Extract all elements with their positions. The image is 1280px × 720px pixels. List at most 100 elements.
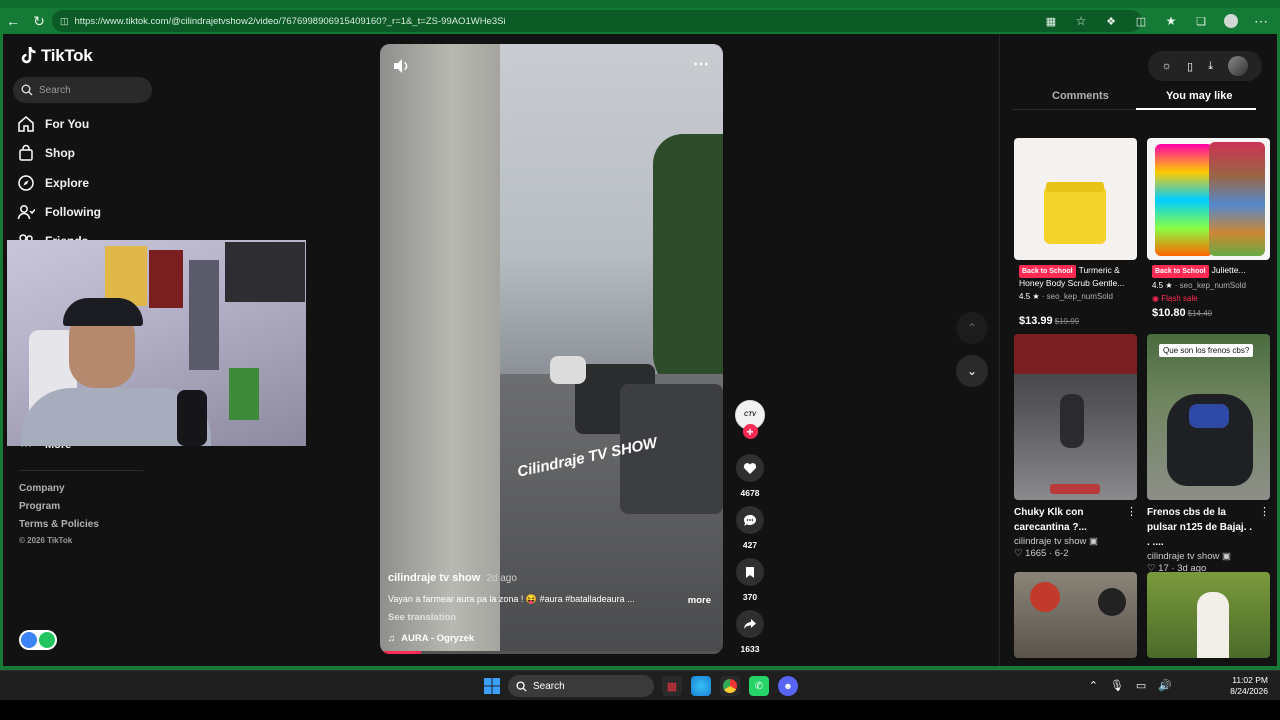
mobile-icon[interactable]: ▯ [1187,60,1193,73]
back-arrow-icon[interactable]: ← [0,9,26,33]
chevron-up-icon[interactable]: ⌃ [1089,679,1098,692]
video-thumbnail[interactable] [1014,334,1137,500]
video-more-button[interactable]: more [688,595,711,606]
person-standing [1197,592,1229,658]
sidebar-item-for-you[interactable]: For You [17,115,89,133]
taskbar-discord-icon[interactable]: ☻ [778,676,798,696]
video-card-author: cilindraje tv show ▣ [1147,551,1270,562]
save-count: 370 [742,592,758,602]
sidebar-item-shop[interactable]: Shop [17,144,75,162]
profile-avatar[interactable] [1218,9,1244,33]
heart-icon[interactable] [736,454,764,482]
like-count: 4678 [740,488,760,498]
favorites-icon[interactable]: ★ [1158,9,1184,33]
reload-icon[interactable]: ↻ [26,9,52,33]
like-button[interactable]: 4678 [734,454,766,498]
video-progress-bar[interactable] [380,651,723,654]
taskbar-app-widgets-icon[interactable]: ▦ [662,676,682,696]
camera-icon: ▣ [1088,536,1098,547]
tab-you-may-like[interactable]: You may like [1166,90,1232,102]
video-progress-fill [380,651,422,654]
previous-video-button[interactable]: ⌃ [956,312,988,344]
comment-button[interactable]: 427 [734,506,766,550]
user-avatar[interactable] [1228,56,1249,76]
flash-sale-text: Flash sale [1161,294,1198,303]
product-price-value: $10.80 [1152,307,1186,319]
video-thumbnail[interactable] [1014,572,1137,658]
address-bar[interactable]: ◫ https://www.tiktok.com/@cilindrajetvsh… [52,10,1142,32]
comment-icon[interactable] [736,506,764,534]
screen-bottom-bar [0,700,1280,720]
share-arrow-icon[interactable] [736,610,764,638]
video-card-options-icon[interactable]: ⋮ [1259,505,1270,550]
footer-link-program[interactable]: Program [19,501,60,512]
monitor-icon[interactable]: ▭ [1136,679,1146,692]
taskbar-search[interactable]: Search [508,675,654,697]
tiktok-logo[interactable]: TikTok [19,46,93,66]
extensions-icon[interactable]: ❖ [1098,9,1124,33]
download-icon[interactable]: ⤓ [1208,60,1213,73]
video-card-options-icon[interactable]: ⋮ [1126,505,1137,535]
browser-menu-icon[interactable]: ⋯ [1248,9,1274,33]
browser-tab-strip [0,0,1280,8]
windows-start-icon[interactable] [482,676,502,696]
recommended-video-card[interactable] [1014,572,1137,658]
video-card-author: cilindraje tv show ▣ [1014,536,1137,547]
footer-link-company[interactable]: Company [19,483,65,494]
recommended-video-card[interactable]: Chuky Klk con carecantina ?... ⋮ cilindr… [1014,334,1137,559]
volume-icon[interactable] [392,58,410,74]
sidebar-item-label: Shop [45,146,75,160]
product-price: $10.80 $14.40 [1147,307,1270,319]
bookmark-icon[interactable] [736,558,764,586]
tab-comments[interactable]: Comments [1052,90,1109,102]
microphone-icon[interactable]: 🎙 [1110,679,1124,692]
collections-icon[interactable]: ❏ [1188,9,1214,33]
split-screen-icon[interactable]: ◫ [1128,9,1154,33]
favorite-star-icon[interactable]: ☆ [1068,9,1094,33]
video-author[interactable]: cilindraje tv show 2d ago [388,572,517,584]
taskbar-chrome-icon[interactable] [720,676,740,696]
flash-sale-label: ◉ Flash sale [1147,294,1270,303]
video-player[interactable]: Cilindraje TV SHOW ⋯ cilindraje tv show 2… [380,44,723,654]
video-thumbnail[interactable]: Que son los frenos cbs? [1147,334,1270,500]
share-button[interactable]: 1633 [734,610,766,654]
recommended-video-card[interactable] [1147,572,1270,658]
product-rating-value: 4.5 [1152,281,1164,290]
video-car [550,356,586,384]
sidebar-item-explore[interactable]: Explore [17,174,89,192]
next-video-button[interactable]: ⌄ [956,355,988,387]
product-image[interactable] [1014,138,1137,260]
romper-colorful [1209,142,1265,256]
follow-plus-icon[interactable]: + [742,424,758,439]
taskbar-clock[interactable]: 11:02 PM 8/24/2026 [1230,675,1268,697]
video-thumbnail[interactable] [1147,572,1270,658]
see-translation-link[interactable]: See translation [388,612,456,623]
product-sold: seo_kep_numSold [1046,292,1113,301]
search-input[interactable]: Search [13,77,152,103]
site-info-icon[interactable]: ◫ [60,16,69,27]
theme-toggle[interactable] [19,630,57,650]
sidebar-item-following[interactable]: Following [17,203,101,221]
author-avatar-button[interactable]: CTV + [734,400,766,439]
save-button[interactable]: 370 [734,558,766,602]
product-image[interactable] [1147,138,1270,260]
recommended-video-card[interactable]: Que son los frenos cbs? Frenos cbs de la… [1147,334,1270,574]
comment-count: 427 [742,540,758,550]
video-music[interactable]: ♫ AURA - Ogryzek [388,633,474,644]
system-tray: ⌃ 🎙 ▭ 🔊 [1089,679,1172,692]
taskbar-edge-icon[interactable] [691,676,711,696]
product-card[interactable]: Back to School Juliette... 4.5 ★ · seo_ke… [1147,138,1270,319]
taskbar-whatsapp-icon[interactable]: ✆ [749,676,769,696]
video-options-icon[interactable]: ⋯ [693,54,709,74]
footer-link-terms[interactable]: Terms & Policies [19,519,99,530]
product-title: Back to School Turmeric & Honey Body Scru… [1014,265,1137,289]
person-cap [63,298,143,326]
compass-icon[interactable]: ☼ [1162,60,1172,72]
shelf-figures [189,260,219,370]
app-available-icon[interactable]: ▦ [1038,9,1064,33]
speaker-icon[interactable]: 🔊 [1158,679,1172,692]
product-card[interactable]: Back to School Turmeric & Honey Body Scru… [1014,138,1137,327]
video-card-title: Frenos cbs de la pulsar n125 de Bajaj. .… [1147,507,1253,548]
video-author-name[interactable]: cilindraje tv show [388,572,480,584]
music-title: AURA - Ogryzek [401,633,475,644]
